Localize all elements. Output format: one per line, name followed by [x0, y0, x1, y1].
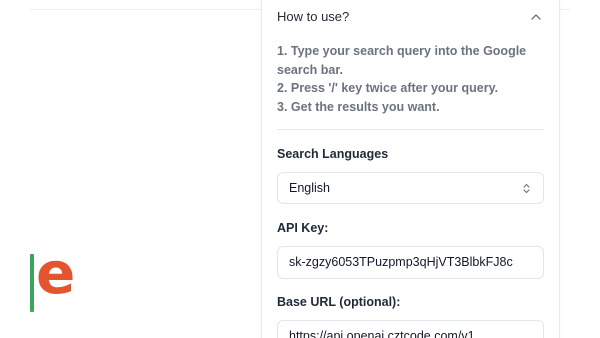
search-languages-label: Search Languages: [277, 147, 389, 161]
howto-step: 3. Get the results you want.: [277, 99, 440, 114]
search-language-value: English: [289, 181, 330, 195]
howto-step: 1. Type your search query into the Googl…: [277, 44, 527, 58]
base-url-value: https://api.openai.cztcode.com/v1: [289, 329, 475, 338]
api-key-input[interactable]: sk-zgzy6053TPuzpmp3qHjVT3BlbkFJ8c: [277, 246, 544, 279]
chevron-up-down-icon: [523, 183, 530, 194]
logo-letter: e: [36, 239, 76, 307]
base-url-label: Base URL (optional):: [277, 295, 401, 309]
howto-step: 2. Press '/' key twice after your query.: [277, 81, 499, 95]
section-divider: [277, 129, 544, 130]
logo-bar: [30, 254, 34, 312]
app-logo: e: [28, 244, 80, 316]
howto-toggle-title[interactable]: How to use?: [277, 9, 349, 24]
chevron-up-icon[interactable]: [530, 12, 542, 21]
api-key-value: sk-zgzy6053TPuzpmp3qHjVT3BlbkFJ8c: [289, 255, 513, 269]
howto-steps: 1. Type your search query into the Googl…: [277, 42, 526, 116]
howto-step: search bar.: [277, 62, 344, 77]
api-key-label: API Key:: [277, 221, 329, 235]
base-url-input[interactable]: https://api.openai.cztcode.com/v1: [277, 320, 544, 338]
search-language-select[interactable]: English: [277, 172, 544, 204]
